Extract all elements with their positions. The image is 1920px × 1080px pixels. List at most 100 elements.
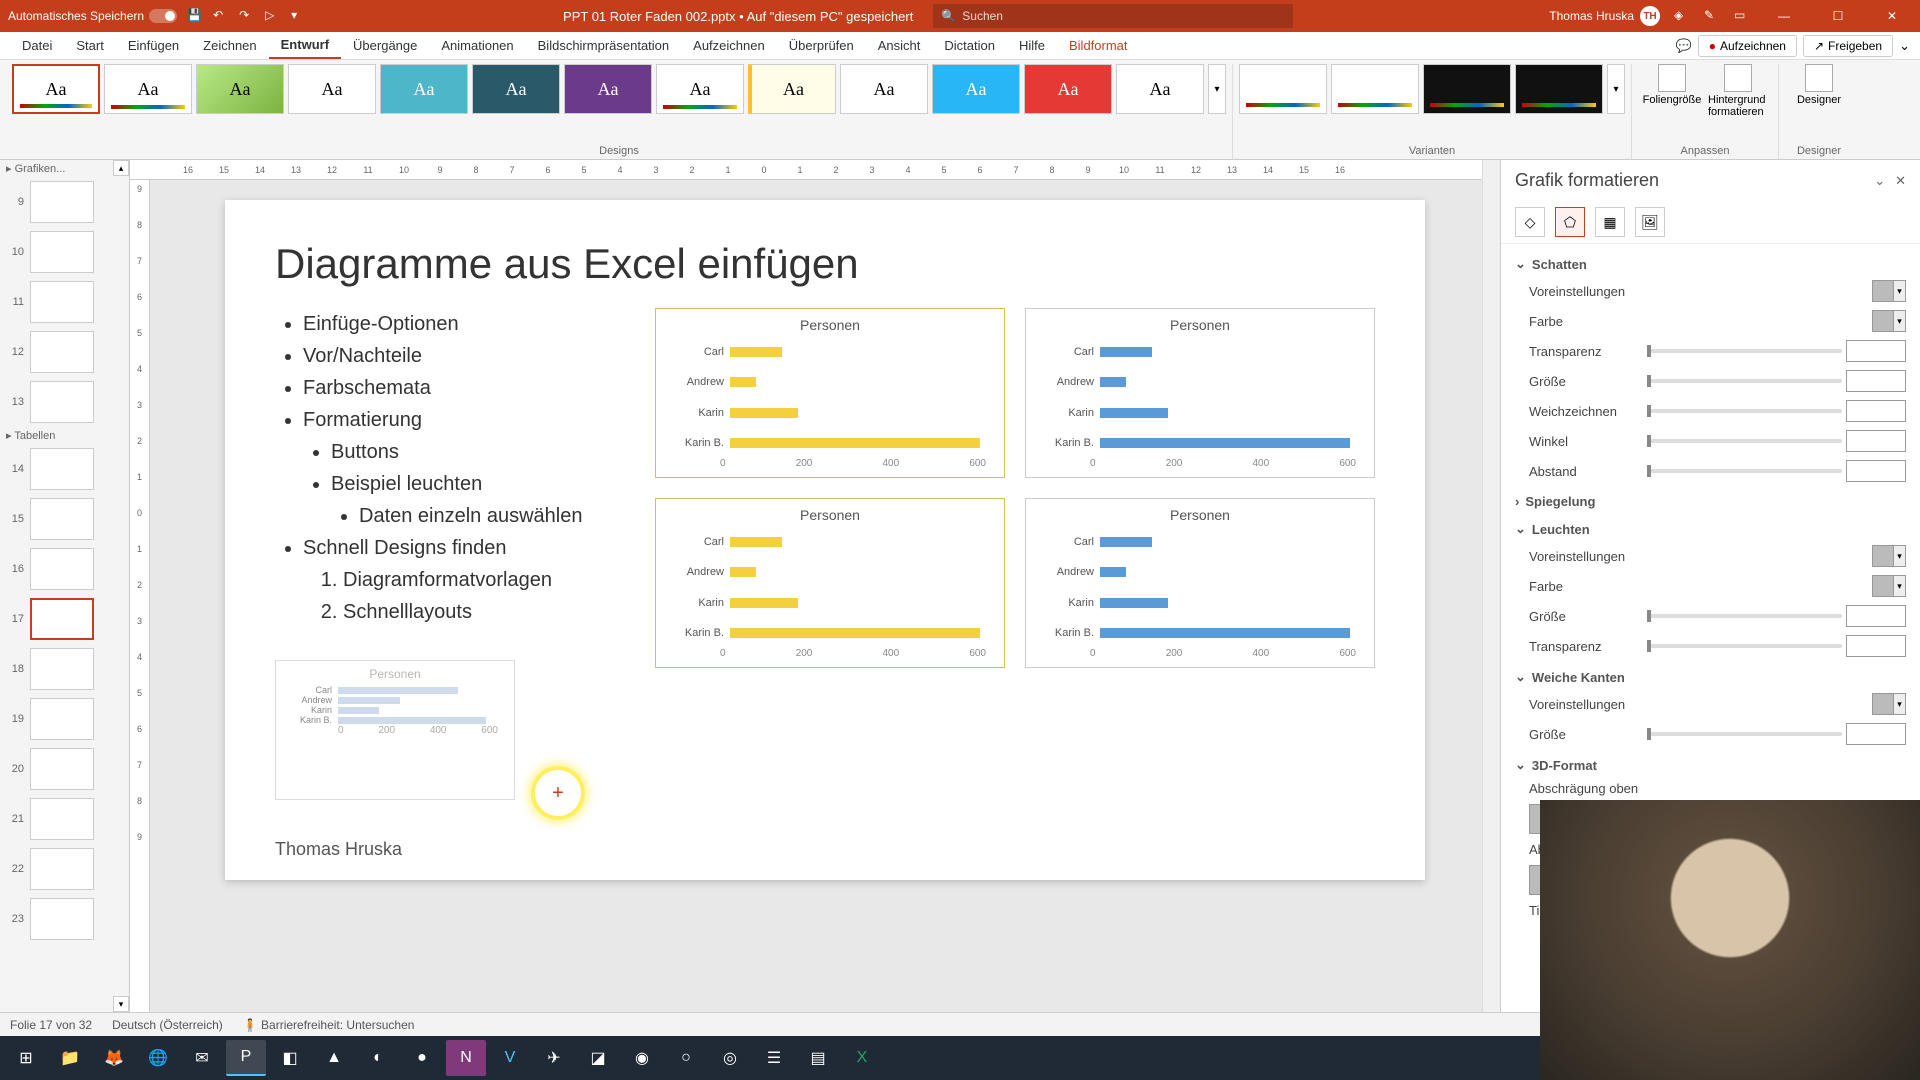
shadow-angle-slider[interactable]: [1647, 439, 1842, 443]
size-tab-icon[interactable]: ▦: [1595, 207, 1625, 237]
design-thumb[interactable]: Aa: [104, 64, 192, 114]
redo-icon[interactable]: ↷: [239, 8, 255, 24]
design-thumb[interactable]: Aa: [1116, 64, 1204, 114]
soft-presets-picker[interactable]: ▾: [1872, 693, 1906, 715]
variants-gallery[interactable]: ▾: [1239, 64, 1625, 114]
slide-thumbnail[interactable]: 9: [0, 177, 129, 227]
design-thumb[interactable]: Aa: [564, 64, 652, 114]
variant-thumb[interactable]: [1423, 64, 1511, 114]
tab-ansicht[interactable]: Ansicht: [866, 32, 933, 59]
app-icon[interactable]: ○: [666, 1040, 706, 1076]
slide-counter[interactable]: Folie 17 von 32: [10, 1018, 92, 1032]
section-leuchten[interactable]: ⌄Leuchten: [1515, 513, 1906, 541]
app-icon[interactable]: ▤: [798, 1040, 838, 1076]
design-thumb[interactable]: Aa: [748, 64, 836, 114]
ribbon-mode-icon[interactable]: ▭: [1734, 8, 1750, 24]
scroll-up-button[interactable]: ▴: [113, 160, 129, 176]
tab-aufzeichnen[interactable]: Aufzeichnen: [681, 32, 777, 59]
shadow-transparency-slider[interactable]: [1647, 349, 1842, 353]
maximize-button[interactable]: ☐: [1818, 9, 1858, 23]
slide-thumbnail[interactable]: 22: [0, 844, 129, 894]
pane-options-icon[interactable]: ⌄: [1874, 173, 1885, 189]
floating-chart[interactable]: PersonenCarlAndrewKarinKarin B.020040060…: [275, 660, 515, 800]
tab-start[interactable]: Start: [64, 32, 115, 59]
variant-thumb[interactable]: [1331, 64, 1419, 114]
slide-thumbnail[interactable]: 16: [0, 544, 129, 594]
vertical-scrollbar[interactable]: [1482, 160, 1500, 1012]
shadow-blur-slider[interactable]: [1647, 409, 1842, 413]
user-account[interactable]: Thomas Hruska TH: [1549, 6, 1660, 26]
shadow-angle-input[interactable]: [1846, 430, 1906, 452]
tab-datei[interactable]: Datei: [10, 32, 64, 59]
shadow-distance-input[interactable]: [1846, 460, 1906, 482]
autosave-toggle[interactable]: Automatisches Speichern: [8, 9, 177, 23]
pane-close-icon[interactable]: ✕: [1895, 173, 1906, 189]
more-qat-icon[interactable]: ▾: [291, 8, 307, 24]
telegram-icon[interactable]: ✈: [534, 1040, 574, 1076]
shadow-color-picker[interactable]: ▾: [1872, 310, 1906, 332]
share-button[interactable]: ↗Freigeben: [1803, 35, 1893, 57]
save-icon[interactable]: 💾: [187, 8, 203, 24]
tab-hilfe[interactable]: Hilfe: [1007, 32, 1057, 59]
excel-icon[interactable]: X: [842, 1040, 882, 1076]
app-icon[interactable]: ◐: [358, 1040, 398, 1076]
accessibility-check[interactable]: 🧍 Barrierefreiheit: Untersuchen: [243, 1018, 415, 1032]
tab-ueberpruefen[interactable]: Überprüfen: [777, 32, 866, 59]
slide-size-button[interactable]: Foliengröße: [1642, 64, 1702, 118]
chart[interactable]: PersonenCarlAndrewKarinKarin B.020040060…: [655, 498, 1005, 668]
slide-thumbnail[interactable]: 21: [0, 794, 129, 844]
outlook-icon[interactable]: ✉: [182, 1040, 222, 1076]
shadow-distance-slider[interactable]: [1647, 469, 1842, 473]
shadow-blur-input[interactable]: [1846, 400, 1906, 422]
app-icon[interactable]: ◎: [710, 1040, 750, 1076]
section-3d-format[interactable]: ⌄3D-Format: [1515, 749, 1906, 777]
design-thumb[interactable]: Aa: [472, 64, 560, 114]
search-input[interactable]: [962, 9, 1285, 23]
tab-einfuegen[interactable]: Einfügen: [116, 32, 191, 59]
design-thumb[interactable]: Aa: [1024, 64, 1112, 114]
glow-size-input[interactable]: [1846, 605, 1906, 627]
tab-animationen[interactable]: Animationen: [429, 32, 525, 59]
vlc-icon[interactable]: ▲: [314, 1040, 354, 1076]
search-box[interactable]: 🔍: [933, 4, 1293, 28]
firefox-icon[interactable]: 🦊: [94, 1040, 134, 1076]
slide-thumbnail[interactable]: 14: [0, 444, 129, 494]
scroll-down-button[interactable]: ▾: [113, 996, 129, 1012]
glow-size-slider[interactable]: [1647, 614, 1842, 618]
slide-thumbnail[interactable]: 20: [0, 744, 129, 794]
glow-transparency-slider[interactable]: [1647, 644, 1842, 648]
start-from-beginning-icon[interactable]: ▷: [265, 8, 281, 24]
design-thumb[interactable]: Aa: [196, 64, 284, 114]
design-thumb[interactable]: Aa: [380, 64, 468, 114]
background-format-button[interactable]: Hintergrund formatieren: [1708, 64, 1768, 118]
cloud-icon[interactable]: ◈: [1674, 8, 1690, 24]
chart[interactable]: PersonenCarlAndrewKarinKarin B.020040060…: [1025, 498, 1375, 668]
design-thumb[interactable]: Aa: [12, 64, 100, 114]
tab-dictation[interactable]: Dictation: [932, 32, 1007, 59]
shadow-transparency-input[interactable]: [1846, 340, 1906, 362]
onenote-icon[interactable]: N: [446, 1040, 486, 1076]
vscode-icon[interactable]: V: [490, 1040, 530, 1076]
record-button[interactable]: ●Aufzeichnen: [1698, 35, 1797, 57]
toggle-off-icon[interactable]: [149, 9, 177, 23]
tab-uebergaenge[interactable]: Übergänge: [341, 32, 429, 59]
design-thumb[interactable]: Aa: [932, 64, 1020, 114]
slide-thumbnail[interactable]: 10: [0, 227, 129, 277]
shadow-size-slider[interactable]: [1647, 379, 1842, 383]
chrome-icon[interactable]: 🌐: [138, 1040, 178, 1076]
glow-color-picker[interactable]: ▾: [1872, 575, 1906, 597]
slide-thumbnail[interactable]: 18: [0, 644, 129, 694]
slide-thumbnail[interactable]: 15: [0, 494, 129, 544]
design-thumb[interactable]: Aa: [288, 64, 376, 114]
designer-button[interactable]: Designer: [1789, 64, 1849, 106]
close-button[interactable]: ✕: [1872, 9, 1912, 23]
design-thumb[interactable]: Aa: [840, 64, 928, 114]
tab-zeichnen[interactable]: Zeichnen: [191, 32, 268, 59]
glow-presets-picker[interactable]: ▾: [1872, 545, 1906, 567]
variants-more-button[interactable]: ▾: [1607, 64, 1625, 114]
picture-tab-icon[interactable]: 🖼: [1635, 207, 1665, 237]
designs-gallery[interactable]: Aa Aa Aa Aa Aa Aa Aa Aa Aa Aa Aa Aa Aa ▾: [12, 64, 1226, 114]
chart[interactable]: PersonenCarlAndrewKarinKarin B.020040060…: [655, 308, 1005, 478]
comments-icon[interactable]: 💬: [1676, 38, 1692, 54]
slide-thumbnail[interactable]: 19: [0, 694, 129, 744]
